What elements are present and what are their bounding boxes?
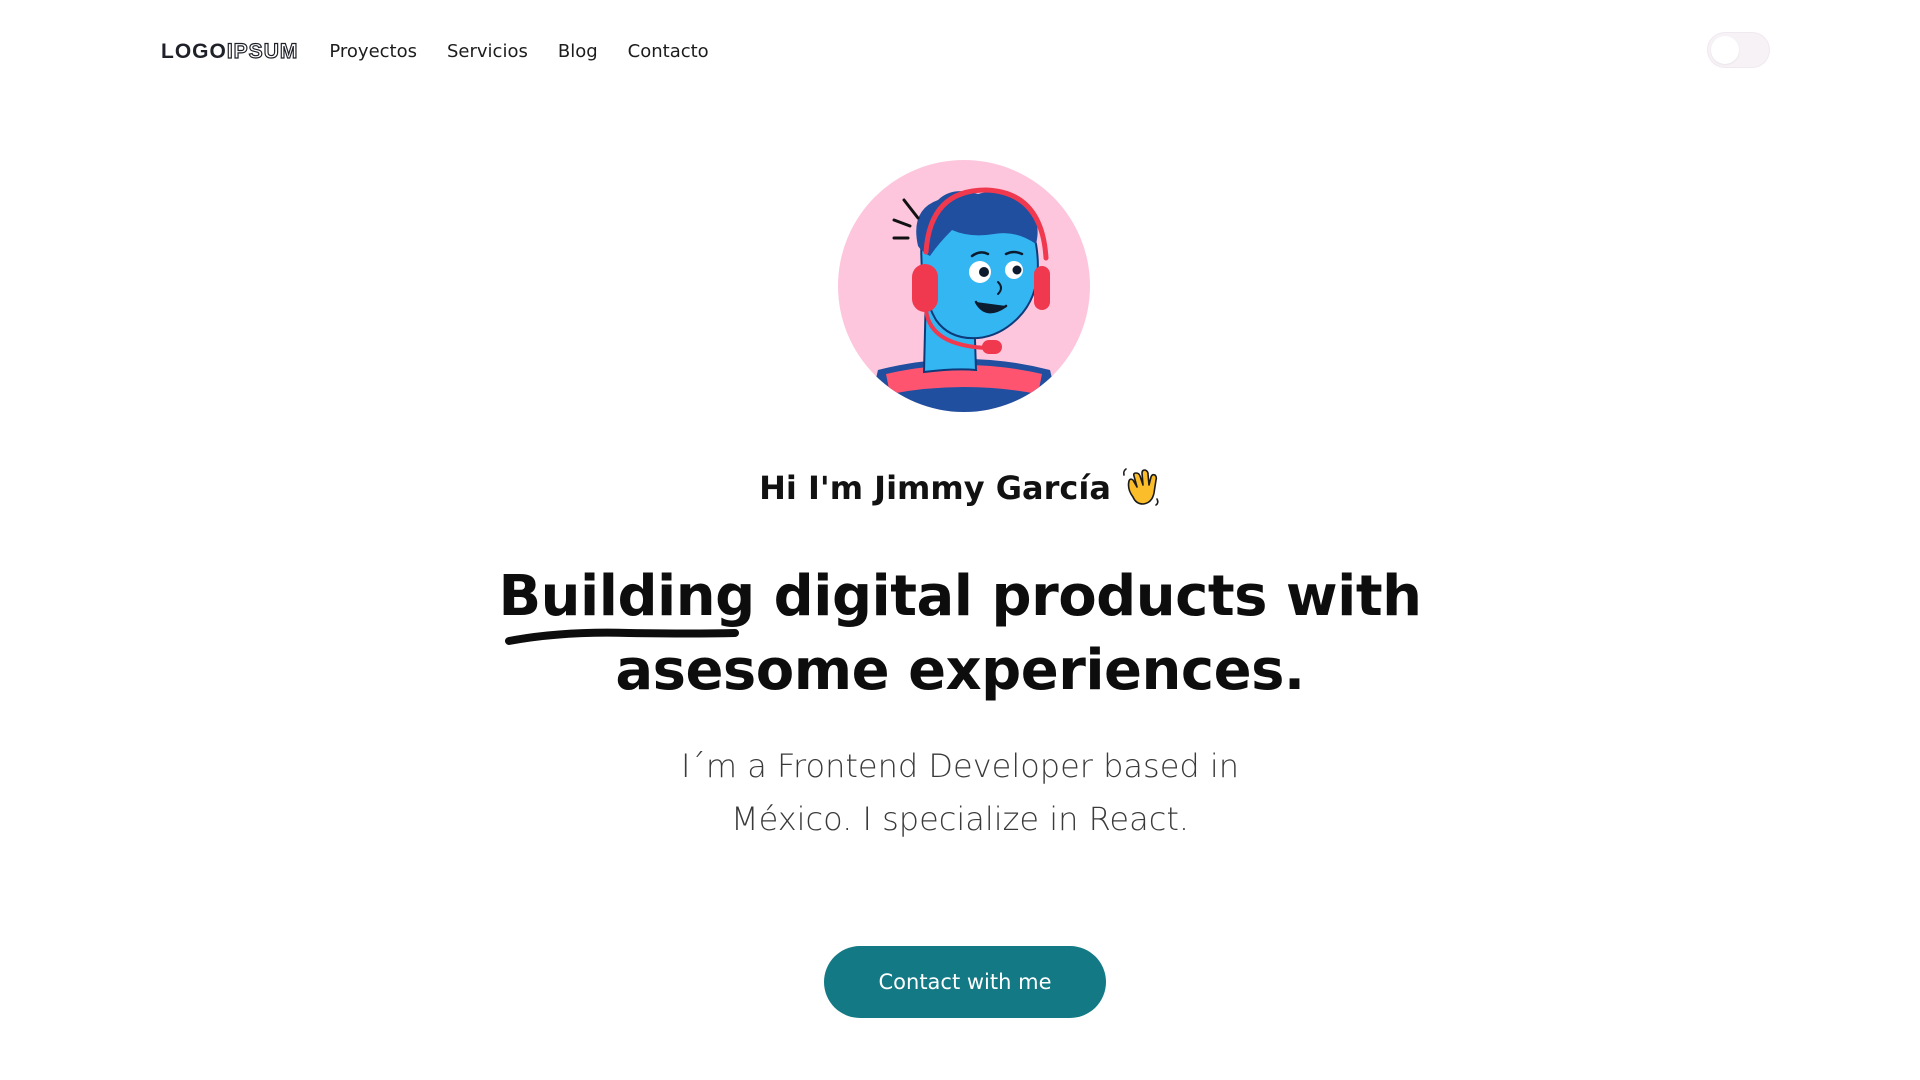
nav-link-proyectos[interactable]: Proyectos — [329, 41, 417, 62]
subtitle-line-2: México. I specialize in React. — [730, 800, 1190, 838]
logo-outline-text: IPSUM — [226, 39, 299, 63]
theme-toggle[interactable] — [1707, 32, 1770, 68]
nav-links: Proyectos Servicios Blog Contacto — [329, 41, 708, 62]
subtitle-line-1: I´m a Frontend Developer based in — [680, 747, 1240, 785]
portfolio-page: LOGO IPSUM Proyectos Servicios Blog Conta… — [0, 0, 1920, 1080]
subtitle: I´m a Frontend Developer based in México… — [0, 740, 1920, 846]
nav-link-blog[interactable]: Blog — [558, 41, 598, 62]
contact-button[interactable]: Contact with me — [824, 946, 1106, 1018]
greeting: Hi I'm Jimmy García — [0, 466, 1920, 510]
nav-link-servicios[interactable]: Servicios — [447, 41, 528, 62]
brush-underline — [504, 628, 739, 645]
headline-rest-text: digital products with — [754, 564, 1422, 629]
greeting-text: Hi I'm Jimmy García — [759, 469, 1111, 507]
toggle-knob — [1711, 36, 1739, 64]
headline-underlined-word: Building — [498, 560, 756, 645]
logo[interactable]: LOGO IPSUM — [161, 39, 299, 63]
logo-bold-text: LOGO — [161, 39, 227, 63]
top-navbar: LOGO IPSUM Proyectos Servicios Blog Conta… — [161, 34, 709, 68]
headline: Building digital products with asesome e… — [0, 560, 1920, 708]
headline-line-2: asesome experiences. — [615, 638, 1305, 703]
headline-underlined-text: Building — [498, 564, 756, 629]
nav-link-contacto[interactable]: Contacto — [628, 41, 709, 62]
developer-headset-avatar-icon — [838, 160, 1090, 412]
headline-line-1: Building digital products with — [0, 560, 1920, 645]
waving-hand-icon — [1121, 467, 1161, 507]
